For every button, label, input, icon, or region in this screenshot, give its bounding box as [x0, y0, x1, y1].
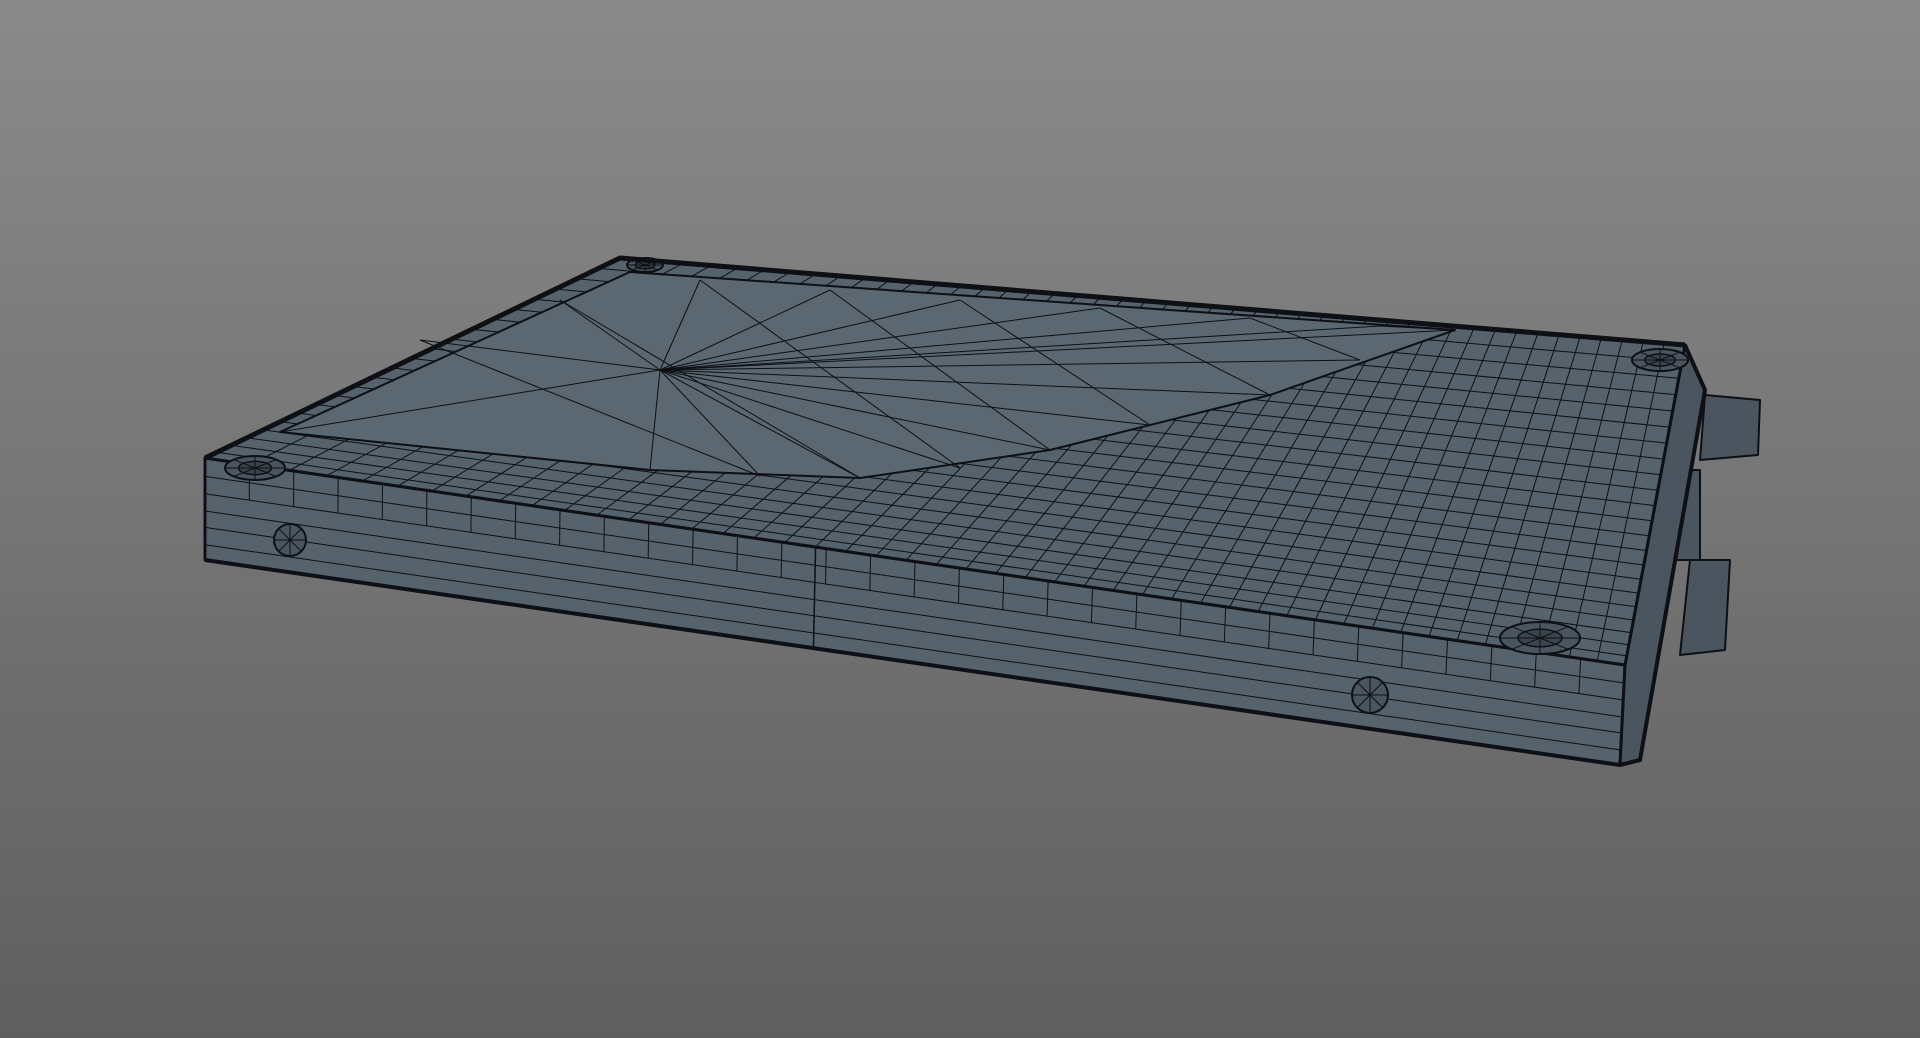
wire-edge: [692, 529, 694, 565]
wire-edge: [780, 542, 783, 578]
viewport-canvas[interactable]: [0, 0, 1920, 1038]
wire-edge: [736, 535, 738, 572]
screw-hole-back-right: [1631, 348, 1689, 372]
connector-block: [1699, 394, 1761, 461]
screw-hole-front-left: [224, 455, 286, 481]
screw-hole-front-right: [1499, 621, 1581, 655]
side-mount-hole-left: [273, 523, 307, 557]
connector-block: [1679, 559, 1731, 656]
side-mount-hole-right: [1351, 676, 1389, 714]
wire-edge: [647, 522, 650, 559]
3d-viewport[interactable]: [0, 0, 1920, 1038]
